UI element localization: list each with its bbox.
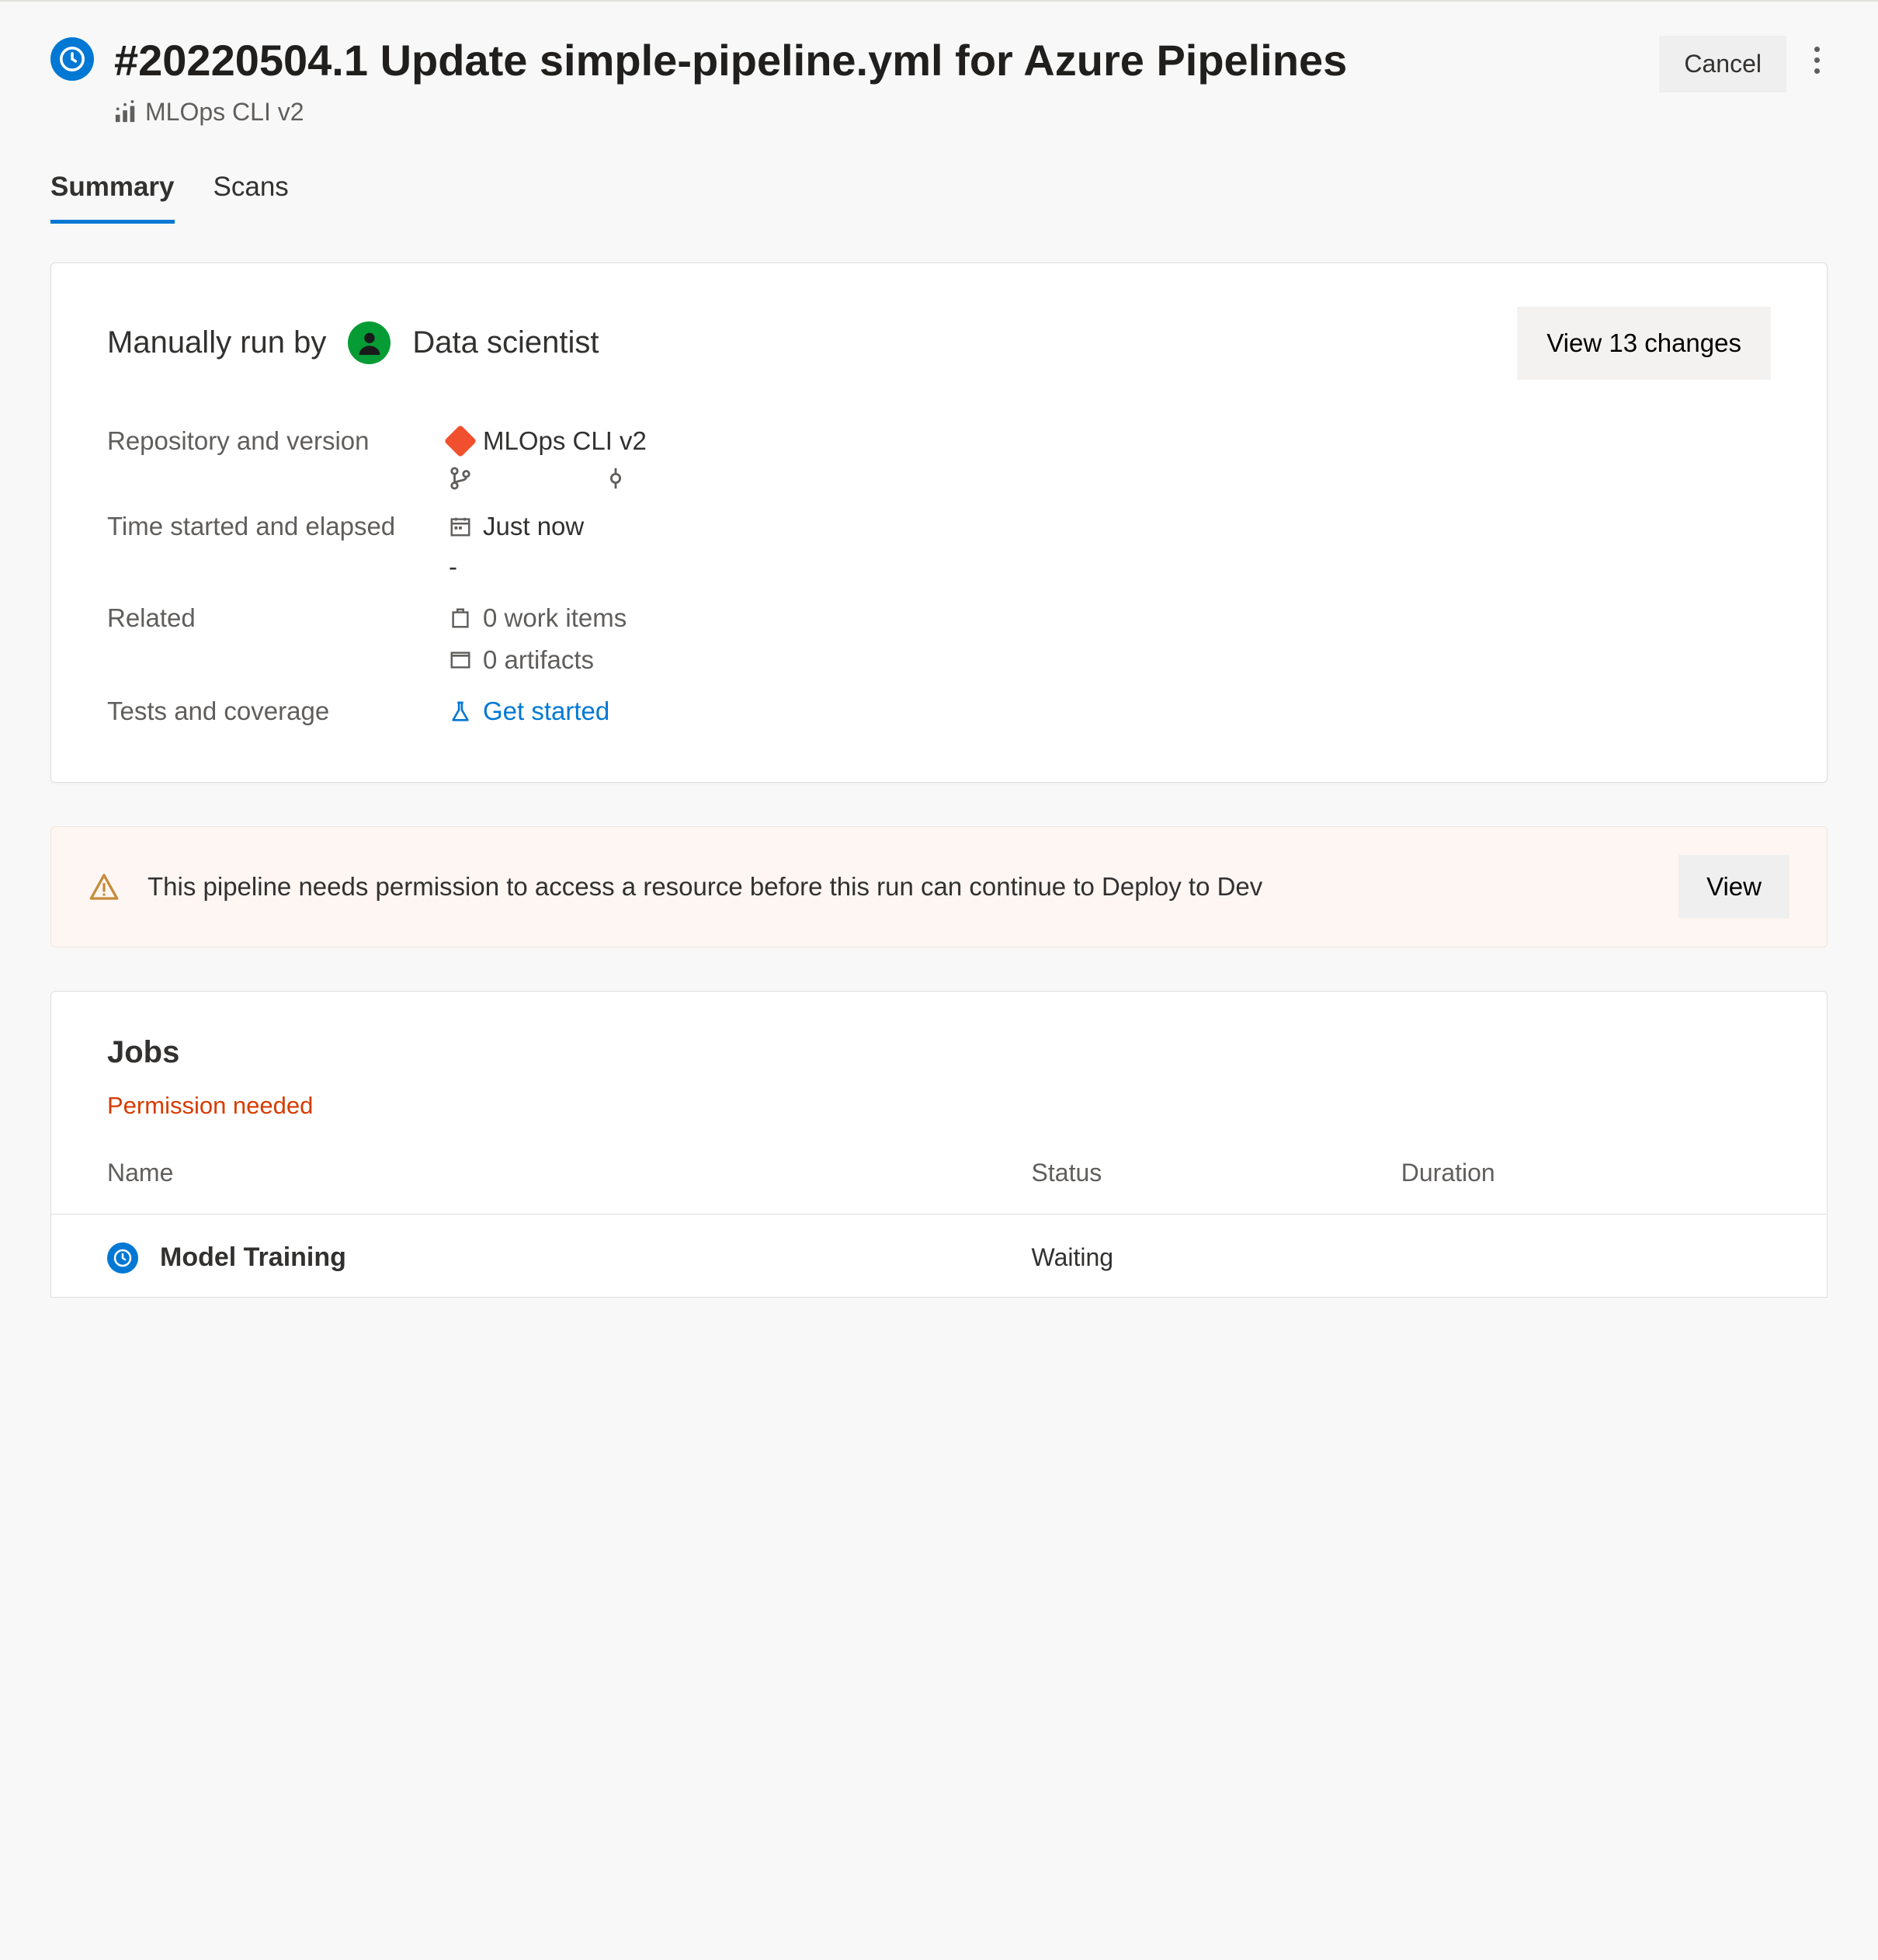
tab-summary[interactable]: Summary	[50, 172, 175, 224]
avatar	[348, 321, 391, 364]
page-header: #20220504.1 Update simple-pipeline.yml f…	[50, 33, 1828, 127]
jobs-title: Jobs	[107, 1035, 1771, 1070]
run-status-icon	[50, 37, 94, 81]
repo-label: Repository and version	[107, 426, 433, 490]
job-status: Waiting	[1032, 1243, 1401, 1272]
page-title: #20220504.1 Update simple-pipeline.yml f…	[114, 33, 1639, 89]
permission-needed-text: Permission needed	[107, 1092, 1771, 1120]
col-status: Status	[1032, 1159, 1401, 1187]
warning-icon	[89, 871, 120, 902]
pipeline-name: MLOps CLI v2	[145, 98, 304, 127]
artifacts[interactable]: 0 artifacts	[483, 645, 594, 675]
workitem-icon	[449, 606, 472, 630]
col-name: Name	[107, 1159, 1032, 1187]
calendar-icon	[449, 515, 472, 538]
time-elapsed: -	[449, 552, 1771, 582]
tests-label: Tests and coverage	[107, 697, 433, 726]
branch-icon[interactable]	[449, 467, 472, 490]
time-label: Time started and elapsed	[107, 512, 433, 582]
col-duration: Duration	[1401, 1159, 1771, 1187]
tabs: Summary Scans	[50, 172, 1828, 224]
artifact-icon	[449, 648, 472, 672]
flask-icon	[449, 700, 472, 723]
time-started: Just now	[483, 512, 584, 541]
alert-view-button[interactable]: View	[1678, 855, 1789, 919]
cancel-button[interactable]: Cancel	[1659, 36, 1786, 92]
job-status-icon	[107, 1242, 138, 1274]
alert-message: This pipeline needs permission to access…	[148, 868, 1651, 905]
pipeline-icon	[114, 100, 137, 123]
git-icon	[444, 424, 477, 457]
run-by-label: Manually run by	[107, 325, 326, 360]
job-row[interactable]: Model Training Waiting	[51, 1214, 1827, 1297]
related-label: Related	[107, 603, 433, 675]
pipeline-breadcrumb[interactable]: MLOps CLI v2	[114, 98, 1639, 127]
repo-name[interactable]: MLOps CLI v2	[483, 426, 647, 456]
work-items[interactable]: 0 work items	[483, 603, 627, 633]
commit-icon[interactable]	[604, 467, 627, 490]
permission-alert: This pipeline needs permission to access…	[50, 826, 1828, 947]
jobs-card: Jobs Permission needed Name Status Durat…	[50, 991, 1828, 1298]
view-changes-button[interactable]: View 13 changes	[1517, 307, 1771, 380]
job-name: Model Training	[160, 1242, 346, 1273]
more-actions-button[interactable]	[1807, 36, 1828, 85]
run-summary-card: Manually run by Data scientist View 13 c…	[50, 262, 1828, 783]
run-by-user: Data scientist	[412, 325, 599, 360]
tab-scans[interactable]: Scans	[213, 172, 289, 224]
tests-get-started-link[interactable]: Get started	[483, 697, 609, 726]
